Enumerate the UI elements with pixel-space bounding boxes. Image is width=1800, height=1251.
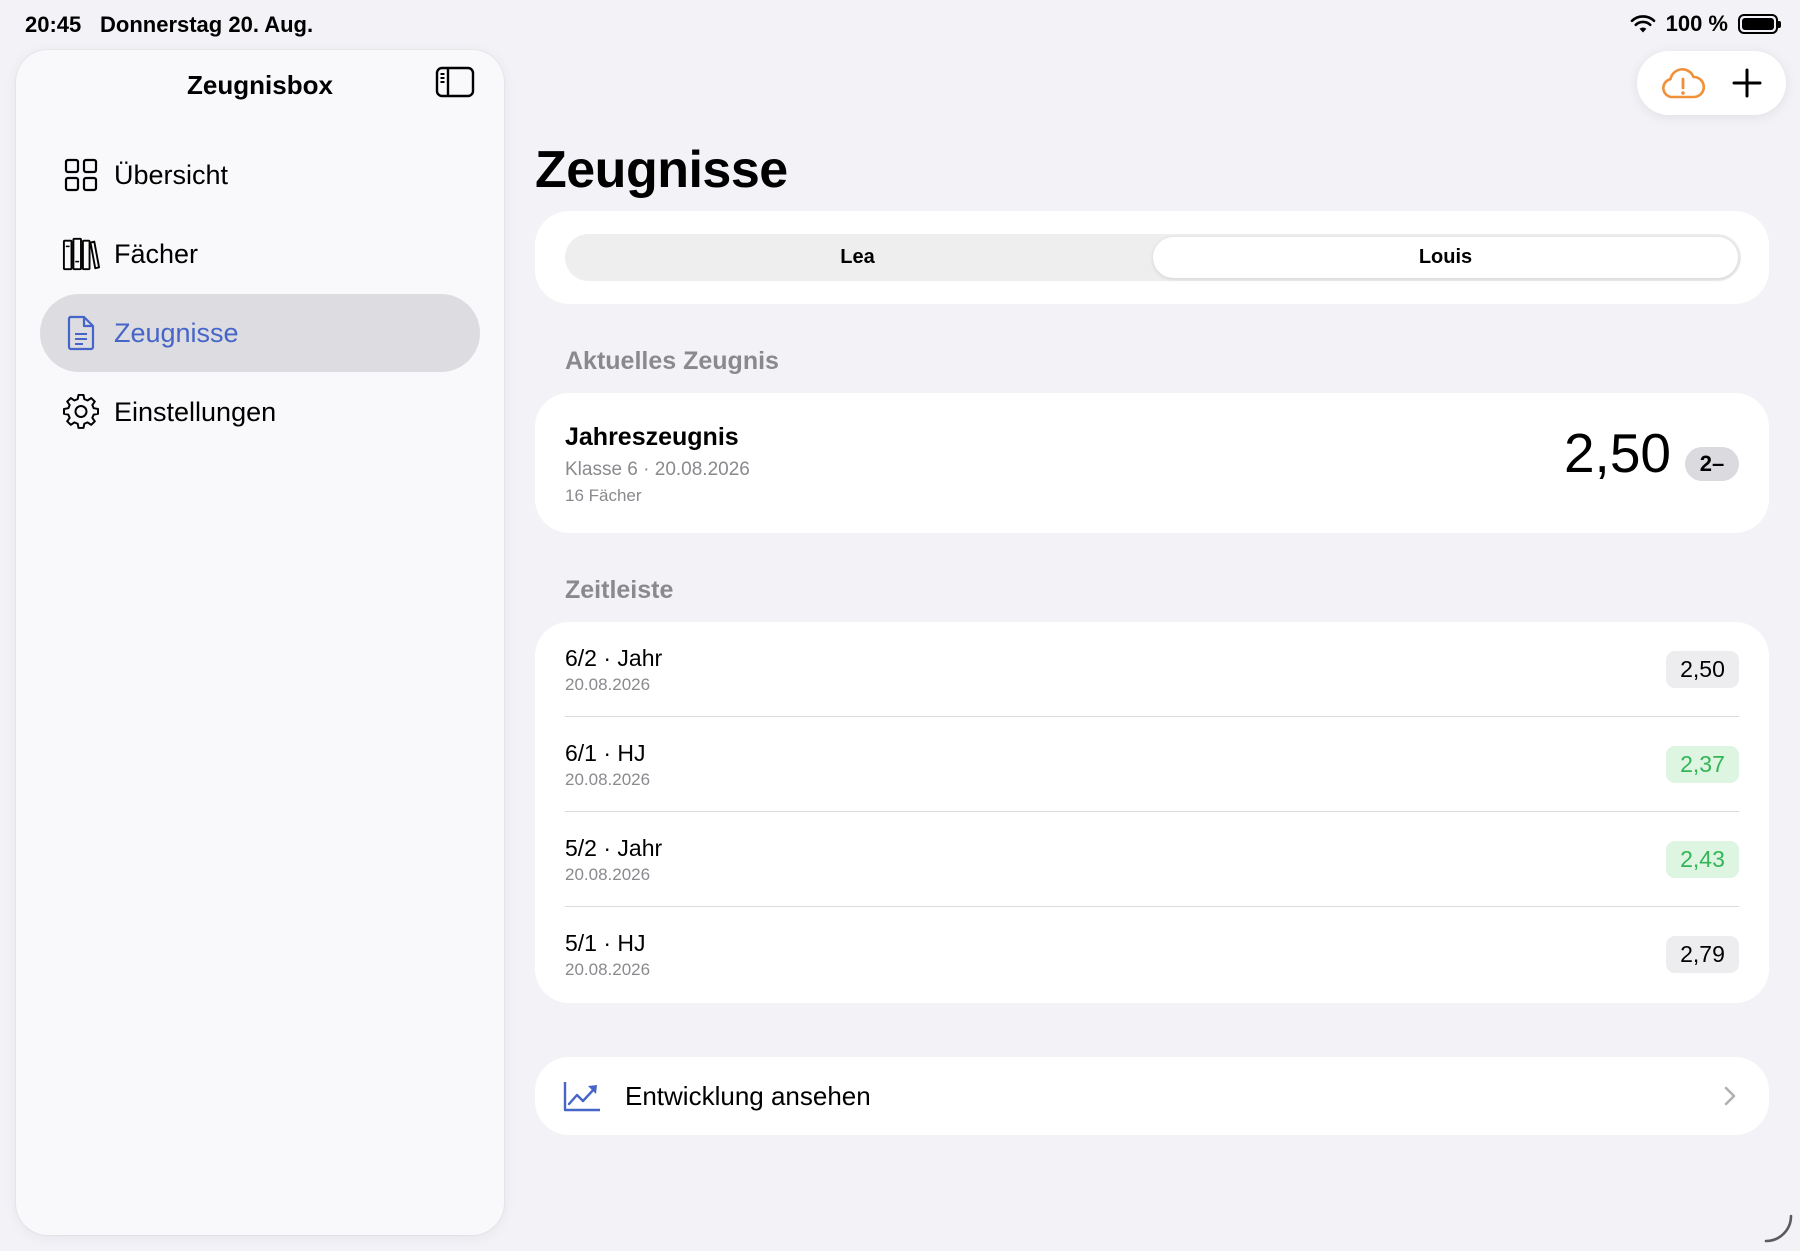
sidebar-item-einstellungen[interactable]: Einstellungen	[40, 373, 480, 451]
timeline-row-title: 5/2 · Jahr	[565, 835, 663, 861]
timeline-row-date: 20.08.2026	[565, 865, 651, 884]
sidebar-toggle-icon[interactable]	[435, 65, 475, 99]
sidebar-nav: Übersicht Fächer Zeugnisse Einstellungen	[40, 136, 480, 452]
section-header-timeline: Zeitleiste	[565, 576, 674, 604]
sidebar-title: Zeugnisbox	[187, 70, 333, 100]
student-segmented-control: Lea Louis	[565, 234, 1741, 281]
wifi-icon	[1630, 15, 1655, 33]
sidebar-item-faecher[interactable]: Fächer	[40, 215, 480, 293]
timeline-row-grade: 2,79	[1666, 936, 1739, 973]
status-date: Donnerstag 20. Aug.	[100, 12, 314, 37]
student-picker-card: Lea Louis	[535, 211, 1769, 304]
timeline-row[interactable]: 5/1 · HJ 20.08.2026 2,79	[535, 907, 1769, 1002]
timeline-row[interactable]: 6/1 · HJ 20.08.2026 2,37	[535, 717, 1769, 812]
view-development-button[interactable]: Entwicklung ansehen	[535, 1057, 1769, 1135]
timeline-row-date: 20.08.2026	[565, 675, 651, 694]
current-report-average: 2,50	[1563, 422, 1671, 484]
timeline-row-title: 6/2 · Jahr	[565, 645, 663, 671]
view-development-label: Entwicklung ansehen	[625, 1081, 871, 1111]
cloud-warning-icon[interactable]	[1661, 66, 1705, 100]
toolbar-buttons	[1637, 51, 1786, 115]
timeline-row-date: 20.08.2026	[565, 960, 651, 979]
sidebar-item-zeugnisse[interactable]: Zeugnisse	[40, 294, 480, 372]
sidebar-item-label: Übersicht	[114, 159, 229, 190]
battery-icon	[1738, 14, 1781, 34]
sidebar-item-uebersicht[interactable]: Übersicht	[40, 136, 480, 214]
timeline-row[interactable]: 5/2 · Jahr 20.08.2026 2,43	[535, 812, 1769, 907]
current-report-title: Jahreszeugnis	[565, 423, 739, 451]
timeline-row-date: 20.08.2026	[565, 770, 651, 789]
status-time: 20:45	[25, 12, 82, 37]
add-icon[interactable]	[1732, 68, 1762, 98]
resize-handle-icon[interactable]	[1762, 1212, 1794, 1244]
timeline-list: 6/2 · Jahr 20.08.2026 2,50 6/1 · HJ 20.0…	[535, 622, 1769, 1003]
gear-icon	[62, 393, 100, 431]
timeline-row-title: 5/1 · HJ	[565, 930, 646, 956]
battery-percent: 100 %	[1665, 11, 1728, 36]
segment-louis[interactable]: Louis	[1153, 237, 1738, 278]
timeline-row-grade: 2,37	[1666, 746, 1739, 783]
timeline-row-grade: 2,43	[1666, 841, 1739, 878]
chart-trend-icon	[563, 1082, 600, 1112]
status-right: 100 %	[1630, 11, 1781, 37]
timeline-row-title: 6/1 · HJ	[565, 740, 646, 766]
sidebar: Zeugnisbox Übersicht Fächer Zeugnisse Ei…	[16, 50, 504, 1235]
current-report-subtitle: Klasse 6 · 20.08.2026	[565, 459, 750, 480]
books-icon	[62, 235, 100, 273]
status-bar: 20:45 Donnerstag 20. Aug. 100 %	[0, 0, 1800, 48]
grid-icon	[62, 156, 100, 194]
sidebar-item-label: Zeugnisse	[114, 317, 239, 348]
document-icon	[62, 314, 100, 352]
grade-badge: 2–	[1685, 447, 1739, 481]
page-title: Zeugnisse	[535, 141, 788, 199]
chevron-right-icon	[1724, 1086, 1736, 1106]
current-report-card[interactable]: Jahreszeugnis Klasse 6 · 20.08.2026 16 F…	[535, 393, 1769, 533]
current-report-subject-count: 16 Fächer	[565, 486, 642, 505]
sidebar-item-label: Fächer	[114, 238, 199, 269]
segment-lea[interactable]: Lea	[565, 234, 1150, 281]
sidebar-item-label: Einstellungen	[114, 396, 277, 427]
timeline-row[interactable]: 6/2 · Jahr 20.08.2026 2,50	[535, 622, 1769, 717]
timeline-row-grade: 2,50	[1666, 651, 1739, 688]
section-header-current: Aktuelles Zeugnis	[565, 347, 779, 375]
